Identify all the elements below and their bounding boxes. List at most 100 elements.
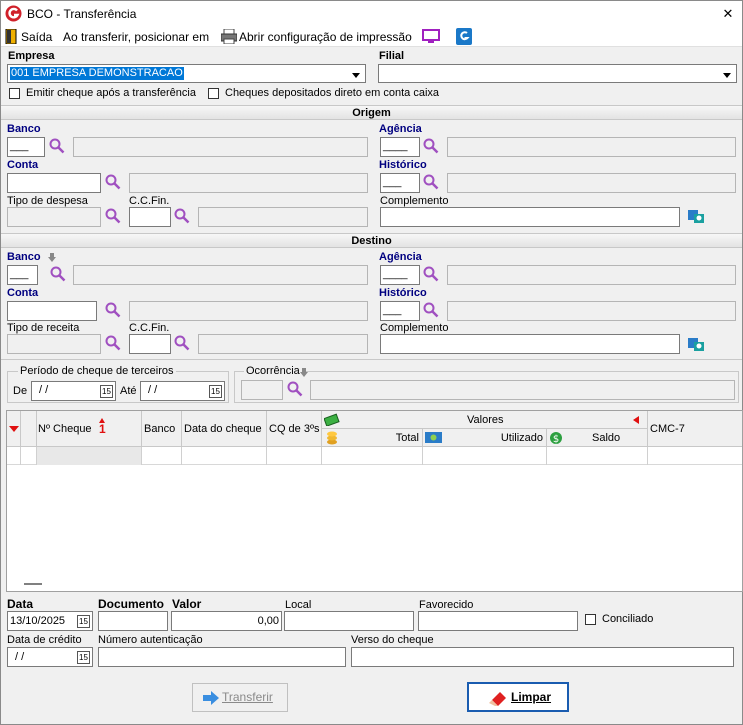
origin-expense-type-input: [7, 207, 101, 227]
eraser-icon: [489, 692, 506, 706]
calendar-icon[interactable]: 15: [77, 615, 90, 628]
document-input[interactable]: [98, 611, 168, 631]
destination-complement-input[interactable]: [380, 334, 680, 354]
branch-label: Filial: [379, 50, 405, 62]
printer-icon: [221, 29, 237, 44]
date-label: Data: [7, 597, 34, 611]
svg-text:$: $: [553, 434, 559, 445]
destination-account-input[interactable]: [7, 301, 97, 321]
credit-date-value: / /: [12, 651, 25, 663]
search-icon[interactable]: [287, 381, 303, 397]
search-icon[interactable]: [105, 174, 121, 190]
search-icon[interactable]: [423, 174, 439, 190]
check-back-input[interactable]: [351, 647, 734, 667]
origin-ccfin-name: [198, 207, 368, 227]
search-icon[interactable]: [105, 335, 121, 351]
exit-door-icon: [5, 29, 17, 44]
people-search-icon[interactable]: [687, 336, 705, 352]
print-config-button[interactable]: Abrir configuração de impressão: [220, 28, 414, 46]
value-value: 0,00: [257, 615, 279, 627]
destination-agency-input[interactable]: ____: [380, 265, 420, 285]
col-used[interactable]: Utilizado: [423, 429, 547, 447]
col-cmc7-label: CMC-7: [650, 423, 685, 435]
occurrence-name: [310, 380, 735, 400]
occurrence-code-input: [241, 380, 283, 400]
clear-label: Limpar: [511, 690, 552, 704]
search-icon[interactable]: [423, 138, 439, 154]
search-icon[interactable]: [49, 138, 65, 154]
origin-agency-input[interactable]: ____: [380, 137, 420, 157]
exit-button[interactable]: Saída: [4, 28, 52, 46]
date-input[interactable]: 13/10/2025 15: [7, 611, 93, 631]
reconciled-checkbox[interactable]: [585, 614, 596, 625]
grid-header: Nº Cheque 1 Banco Data do cheque CQ de 3…: [7, 411, 742, 447]
col-check-date-label: Data do cheque: [184, 423, 262, 435]
app-shortcut-icon[interactable]: [456, 28, 472, 45]
col-third-party-label: CQ de 3ºs: [269, 423, 320, 435]
check-back-label: Verso do cheque: [351, 634, 434, 646]
origin-bank-input[interactable]: ___: [7, 137, 45, 157]
transfer-button[interactable]: Transferir: [192, 683, 288, 712]
search-icon[interactable]: [423, 302, 439, 318]
col-third-party[interactable]: CQ de 3ºs: [267, 411, 322, 447]
position-after-transfer-button[interactable]: Ao transferir, posicionar em: [63, 28, 209, 46]
auth-number-input[interactable]: [98, 647, 346, 667]
origin-history-input[interactable]: ___: [380, 173, 420, 193]
calendar-icon[interactable]: 15: [100, 385, 113, 398]
to-date-input[interactable]: / / 15: [140, 381, 225, 401]
people-search-icon[interactable]: [687, 208, 705, 224]
search-icon[interactable]: [105, 208, 121, 224]
col-check-number[interactable]: Nº Cheque 1: [37, 411, 142, 447]
origin-account-input[interactable]: [7, 173, 101, 193]
calendar-icon[interactable]: 15: [209, 385, 222, 398]
sort-order-indicator: 1: [99, 422, 106, 436]
search-icon[interactable]: [174, 335, 190, 351]
credit-date-input[interactable]: / / 15: [7, 647, 93, 667]
destination-agency-label: Agência: [379, 251, 422, 263]
value-input[interactable]: 0,00: [171, 611, 282, 631]
close-icon[interactable]: ✕: [719, 4, 737, 24]
values-group-label: Valores: [467, 414, 504, 426]
origin-ccfin-input[interactable]: [129, 207, 171, 227]
destination-agency-name: [447, 265, 736, 285]
origin-complement-input[interactable]: [380, 207, 680, 227]
destination-history-input[interactable]: ___: [380, 301, 420, 321]
table-row[interactable]: [7, 447, 742, 465]
horizontal-scrollbar[interactable]: [24, 583, 42, 585]
from-date-input[interactable]: / / 15: [31, 381, 116, 401]
search-icon[interactable]: [423, 266, 439, 282]
col-balance[interactable]: $ Saldo: [547, 429, 648, 447]
destination-bank-input[interactable]: ___: [7, 265, 38, 285]
destination-section-header: Destino: [1, 233, 742, 248]
destination-bank-value: ___: [10, 268, 29, 280]
window-title: BCO - Transferência: [27, 7, 137, 21]
sort-down-icon: [300, 368, 308, 377]
col-bank-label: Banco: [144, 423, 176, 435]
calendar-icon[interactable]: 15: [77, 651, 90, 664]
col-check-date[interactable]: Data do cheque: [182, 411, 267, 447]
place-input[interactable]: [284, 611, 414, 631]
destination-ccfin-input[interactable]: [129, 334, 171, 354]
deposit-direct-checkbox[interactable]: [208, 88, 219, 99]
search-icon[interactable]: [105, 302, 121, 318]
col-total[interactable]: Total: [322, 429, 423, 447]
branch-select[interactable]: [378, 64, 737, 83]
collapse-arrow-icon[interactable]: [633, 416, 639, 424]
monitor-icon[interactable]: [422, 29, 440, 45]
clear-button[interactable]: Limpar: [467, 682, 569, 712]
company-select[interactable]: 001 EMPRESA DEMONSTRACAO: [7, 64, 366, 83]
triangle-down-icon: [9, 426, 19, 432]
search-icon[interactable]: [50, 266, 66, 282]
emit-check-checkbox[interactable]: [9, 88, 20, 99]
from-date-label: De: [13, 385, 28, 397]
origin-agency-name: [447, 137, 736, 157]
payee-input[interactable]: [418, 611, 578, 631]
origin-history-label: Histórico: [379, 159, 427, 171]
row-date-cell: [182, 447, 267, 465]
col-cmc7[interactable]: CMC-7: [648, 411, 742, 447]
destination-revenue-type-input: [7, 334, 101, 354]
search-icon[interactable]: [174, 208, 190, 224]
col-bank[interactable]: Banco: [142, 411, 182, 447]
checks-grid[interactable]: Nº Cheque 1 Banco Data do cheque CQ de 3…: [6, 410, 743, 592]
destination-history-label: Histórico: [379, 287, 427, 299]
